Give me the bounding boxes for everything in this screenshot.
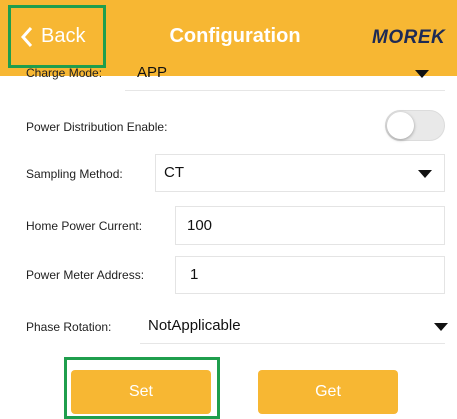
page-title: Configuration <box>169 25 301 47</box>
power-distribution-toggle[interactable] <box>385 110 445 141</box>
brand-logo: MOREK <box>372 27 446 48</box>
home-power-current-value: 100 <box>187 217 213 234</box>
phase-rotation-label: Phase Rotation: <box>26 320 112 334</box>
divider <box>125 90 445 91</box>
power-meter-address-label: Power Meter Address: <box>26 268 145 282</box>
sampling-method-value: CT <box>164 164 184 181</box>
chevron-left-icon <box>20 26 33 47</box>
chevron-down-icon[interactable] <box>415 70 429 78</box>
power-meter-address-input[interactable] <box>175 256 445 294</box>
home-power-current-input[interactable] <box>175 206 445 245</box>
sampling-method-label: Sampling Method: <box>26 167 123 181</box>
back-button[interactable]: Back <box>8 5 106 68</box>
power-meter-address-value: 1 <box>190 266 199 283</box>
chevron-down-icon[interactable] <box>434 323 448 331</box>
power-distribution-label: Power Distribution Enable: <box>26 120 168 134</box>
back-label: Back <box>41 25 86 47</box>
divider <box>140 343 445 344</box>
sampling-method-select[interactable] <box>155 154 445 192</box>
header-bar: Back Configuration MOREK <box>0 0 457 76</box>
get-button[interactable]: Get <box>258 370 398 414</box>
charge-mode-select[interactable]: APP <box>137 64 167 81</box>
home-power-current-label: Home Power Current: <box>26 219 143 233</box>
toggle-knob <box>387 112 414 139</box>
set-button-highlight <box>64 357 220 419</box>
chevron-down-icon[interactable] <box>418 170 432 178</box>
charge-mode-label: Charge Mode: <box>26 66 103 80</box>
phase-rotation-select[interactable]: NotApplicable <box>148 317 241 334</box>
